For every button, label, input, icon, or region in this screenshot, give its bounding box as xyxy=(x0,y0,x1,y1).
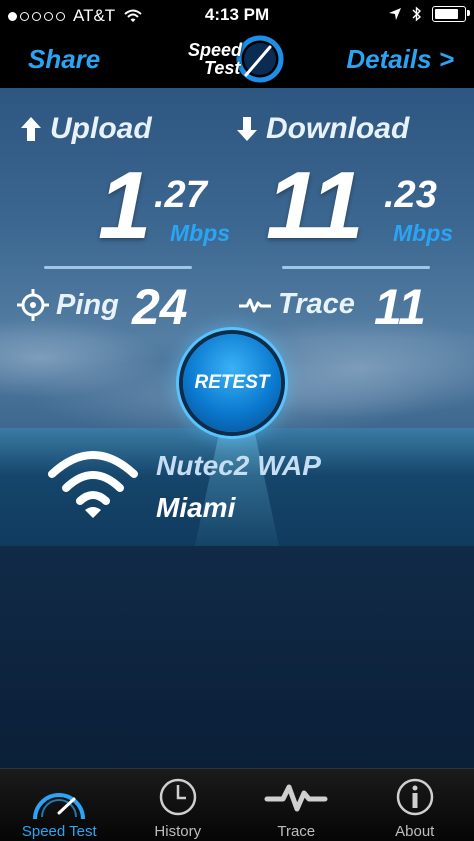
nav-bar: Share Speed Test Details > xyxy=(0,32,474,88)
upload-header: Upload xyxy=(20,112,152,146)
upload-arrow-icon xyxy=(21,117,41,141)
ping-label: Ping xyxy=(56,288,119,321)
tab-label: Trace xyxy=(277,823,316,840)
speedtest-logo: Speed Test xyxy=(188,35,288,87)
tab-label: About xyxy=(395,823,435,840)
tab-history[interactable]: History xyxy=(119,769,238,841)
trace-header: Trace xyxy=(238,288,355,321)
upload-label: Upload xyxy=(50,112,152,145)
download-value-integer: 11 xyxy=(266,152,364,259)
info-icon xyxy=(396,778,433,816)
empty-content-area xyxy=(0,546,474,768)
tab-bar: Speed Test History Trace About xyxy=(0,768,474,841)
bluetooth-icon xyxy=(412,6,422,22)
upload-value-decimal: .27 xyxy=(154,174,207,216)
status-bar: AT&T 4:13 PM xyxy=(0,0,474,32)
retest-button[interactable]: RETEST xyxy=(183,334,281,432)
logo-line-2: Test xyxy=(204,58,241,78)
results-panel: Upload 1 .27 Mbps Download 11 .23 Mbps P… xyxy=(0,88,474,546)
download-header: Download xyxy=(236,112,409,146)
location-arrow-icon xyxy=(389,8,401,20)
upload-value-integer: 1 xyxy=(98,152,151,259)
share-button[interactable]: Share xyxy=(28,44,100,75)
wifi-network-icon xyxy=(48,451,138,518)
tab-speed-test[interactable]: Speed Test xyxy=(0,769,119,841)
download-value-decimal: .23 xyxy=(384,174,437,216)
network-name: Nutec2 WAP xyxy=(156,450,321,481)
tab-about[interactable]: About xyxy=(356,769,474,841)
upload-divider xyxy=(44,266,192,269)
speedometer-icon xyxy=(33,793,86,820)
speedtest-screen: AT&T 4:13 PM Share Speed Test Details > … xyxy=(0,0,474,841)
ping-value: 24 xyxy=(132,279,188,335)
status-right-group xyxy=(388,6,470,22)
network-city: Miami xyxy=(156,492,236,523)
trace-wave-icon xyxy=(239,298,271,312)
battery-icon xyxy=(432,6,470,22)
upload-unit: Mbps xyxy=(170,220,231,246)
trace-wave-icon xyxy=(264,784,328,812)
download-arrow-icon xyxy=(237,117,257,141)
download-unit: Mbps xyxy=(393,220,454,246)
download-label: Download xyxy=(266,112,410,145)
clock-icon xyxy=(159,778,196,816)
ping-header: Ping xyxy=(16,288,119,322)
trace-label: Trace xyxy=(278,288,355,320)
logo-line-1: Speed xyxy=(188,40,243,60)
tab-trace[interactable]: Trace xyxy=(237,769,356,841)
tab-label: History xyxy=(154,823,202,840)
crosshair-icon xyxy=(17,289,49,321)
details-button[interactable]: Details > xyxy=(346,44,454,75)
tab-label: Speed Test xyxy=(21,823,97,840)
download-divider xyxy=(282,266,430,269)
trace-value: 11 xyxy=(374,279,426,335)
